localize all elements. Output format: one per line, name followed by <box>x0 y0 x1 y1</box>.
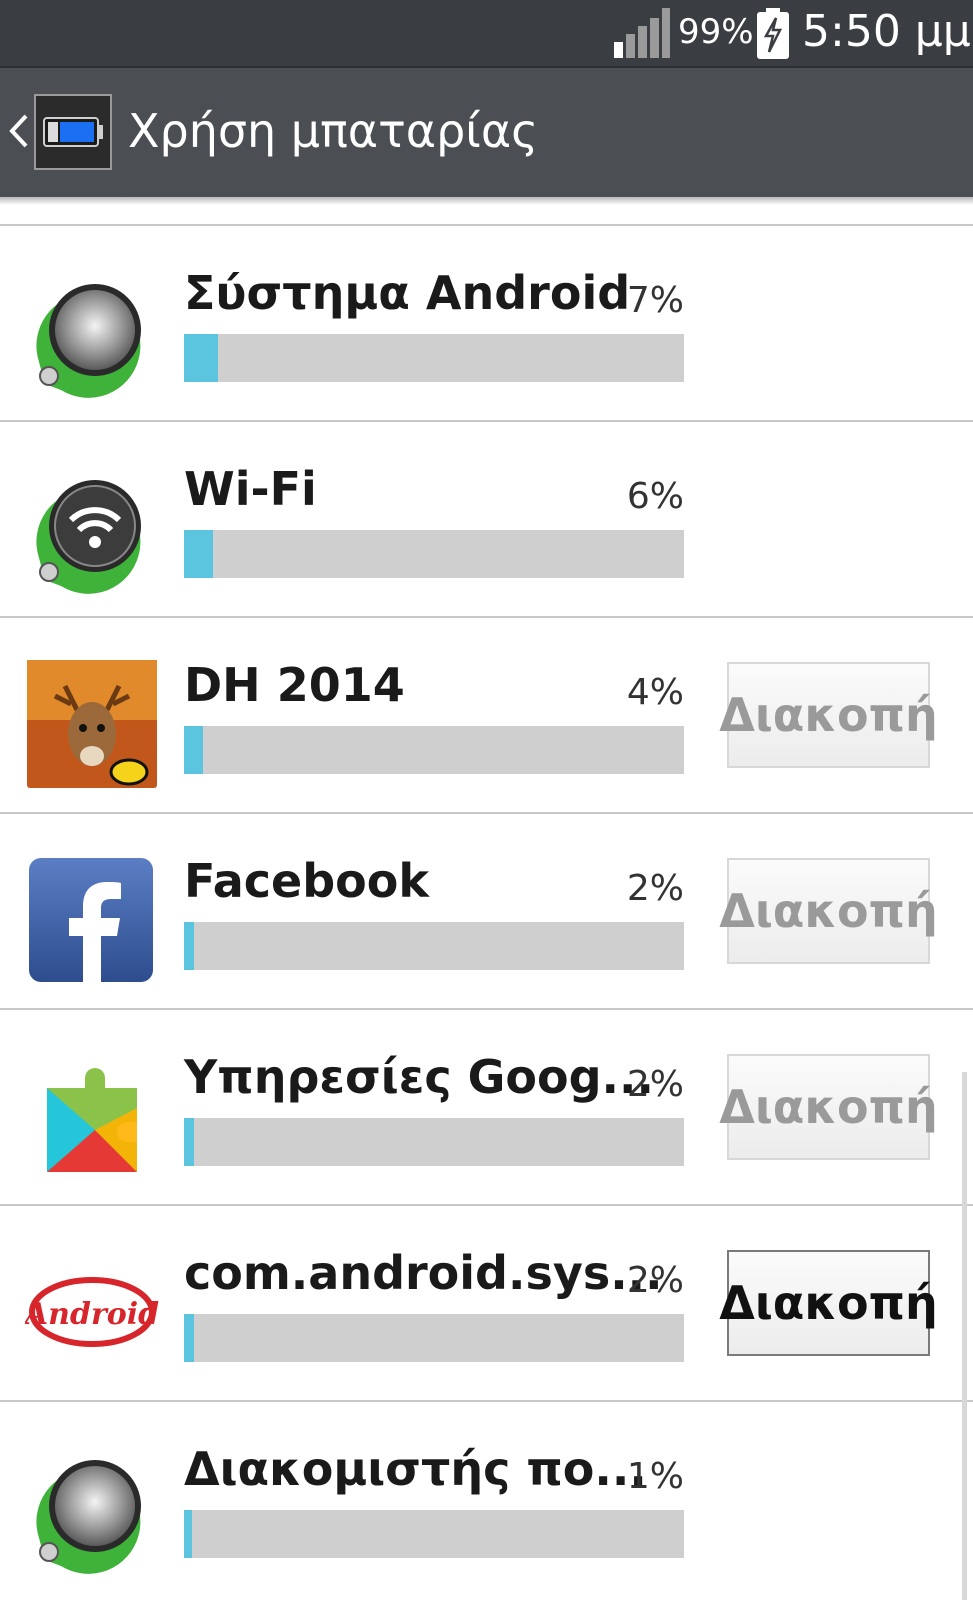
chevron-left-icon[interactable] <box>4 106 32 156</box>
stop-button[interactable]: Διακοπή <box>719 1250 938 1356</box>
usage-percent: 2% <box>626 1064 684 1105</box>
wifi-icon <box>36 480 141 594</box>
media-server-gear-icon <box>36 1460 141 1574</box>
list-item-wifi[interactable]: Wi-Fi 6% <box>0 422 973 616</box>
google-play-services-icon <box>47 1068 137 1172</box>
app-name: Wi-Fi <box>184 462 317 516</box>
android-kitkat-logo-icon: Android <box>25 1277 159 1347</box>
android-system-gear-icon <box>36 284 141 398</box>
facebook-icon <box>29 858 153 982</box>
stop-button[interactable]: Διακοπή <box>719 1054 938 1160</box>
stop-button[interactable]: Διακοπή <box>719 858 938 964</box>
scrollbar[interactable] <box>962 1072 967 1600</box>
usage-bar <box>184 1510 684 1558</box>
battery-percent: 99% <box>678 12 754 52</box>
usage-bar-fill <box>184 1314 194 1362</box>
usage-bar-fill <box>184 530 213 578</box>
usage-bar <box>184 922 684 970</box>
app-name: Σύστημα Android <box>184 266 631 320</box>
header-shadow <box>0 197 973 205</box>
usage-bar <box>184 530 684 578</box>
battery-app-icon[interactable] <box>34 94 112 170</box>
status-bar: 99% 5:50 μμ <box>0 0 973 66</box>
usage-bar <box>184 726 684 774</box>
app-name: DH 2014 <box>184 658 405 712</box>
stop-button[interactable]: Διακοπή <box>719 662 938 768</box>
usage-bar-fill <box>184 726 203 774</box>
usage-percent: 4% <box>626 672 684 713</box>
clock: 5:50 μμ <box>802 6 971 57</box>
usage-bar <box>184 1118 684 1166</box>
app-name: com.android.sys... <box>184 1246 663 1300</box>
app-name: Διακομιστής πο... <box>184 1442 647 1496</box>
usage-percent: 6% <box>626 476 684 517</box>
usage-bar <box>184 334 684 382</box>
usage-bar-fill <box>184 1510 192 1558</box>
list-item-google-play-services[interactable]: Υπηρεσίες Goog... 2% Διακοπή <box>0 1010 973 1204</box>
list-item-com-android-sys[interactable]: Android com.android.sys... 2% Διακοπή <box>0 1206 973 1400</box>
usage-percent: 7% <box>626 280 684 321</box>
app-name: Υπηρεσίες Goog... <box>184 1050 654 1104</box>
usage-percent: 2% <box>626 868 684 909</box>
list-item-dh-2014[interactable]: DH 2014 4% Διακοπή <box>0 618 973 812</box>
usage-percent: 2% <box>626 1260 684 1301</box>
page-title: Χρήση μπαταρίας <box>128 104 539 158</box>
app-name: Facebook <box>184 854 429 908</box>
usage-bar-fill <box>184 334 218 382</box>
usage-percent: 1% <box>626 1456 684 1497</box>
list-item-android-system[interactable]: Σύστημα Android 7% <box>0 226 973 420</box>
list-item-media-server[interactable]: Διακομιστής πο... 1% <box>0 1402 973 1596</box>
battery-usage-list: Σύστημα Android 7% Wi-Fi 6% DH 2014 4% Δ… <box>0 224 973 1596</box>
deer-hunter-icon <box>27 660 157 788</box>
svg-text:Android: Android <box>25 1297 159 1332</box>
signal-bars-icon <box>614 8 670 58</box>
battery-charging-icon <box>757 8 789 59</box>
usage-bar-fill <box>184 922 194 970</box>
list-item-facebook[interactable]: Facebook 2% Διακοπή <box>0 814 973 1008</box>
usage-bar-fill <box>184 1118 194 1166</box>
action-bar: Χρήση μπαταρίας <box>0 66 973 197</box>
usage-bar <box>184 1314 684 1362</box>
